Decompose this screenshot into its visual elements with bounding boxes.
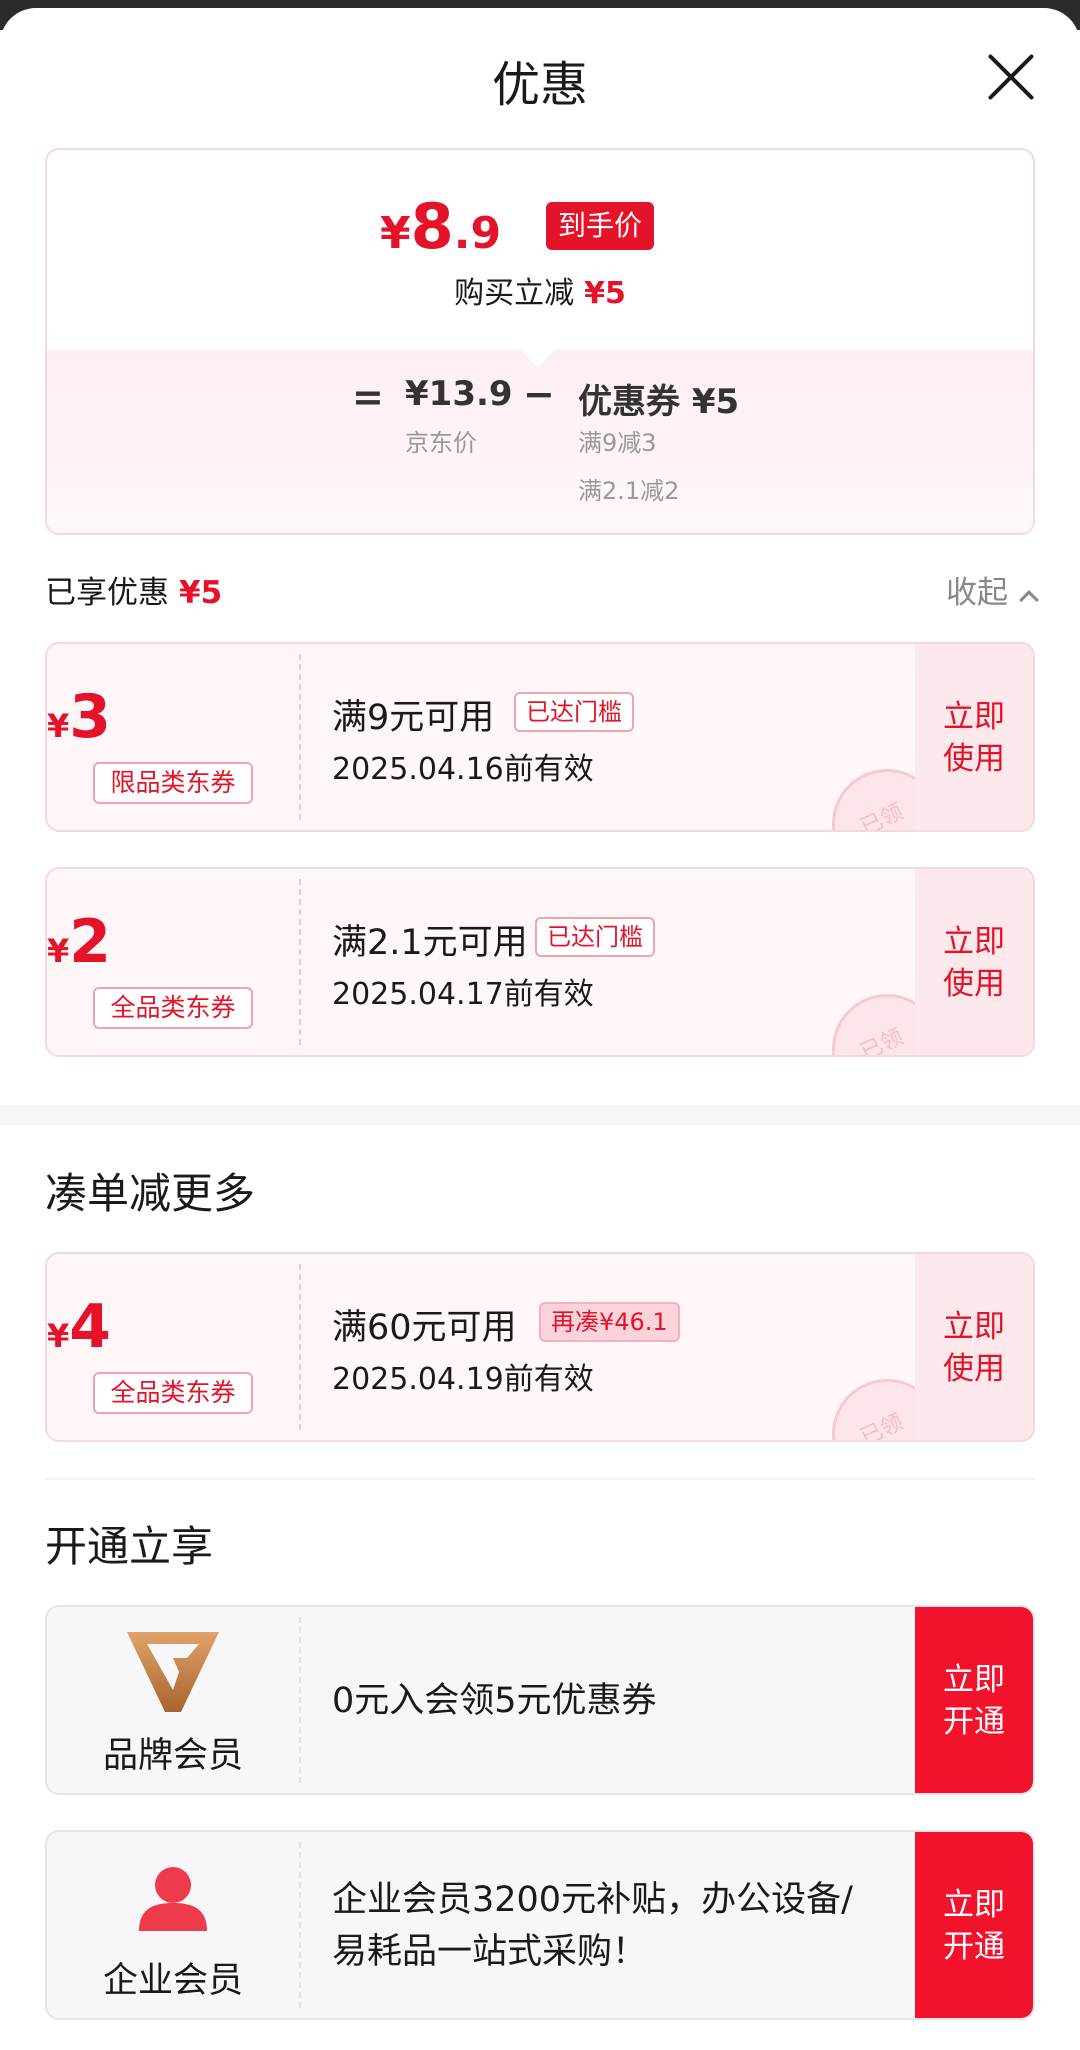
equals-sign: =: [352, 375, 384, 419]
coupon-badge: 已达门槛: [514, 692, 634, 732]
person-icon: [139, 1867, 207, 1931]
chevron-up-icon: [1019, 590, 1039, 610]
coupon-card: ¥2 全品类东券 满2.1元可用 已达门槛 2025.04.17前有效 已领 立…: [45, 867, 1035, 1057]
coupon-discount-sub1: 满9减3: [578, 429, 657, 457]
coupon-badge: 再凑¥46.1: [539, 1302, 680, 1342]
enterprise-member-text: 企业会员3200元补贴，办公设备/ 易耗品一站式采购！: [332, 1880, 853, 1972]
use-coupon-button[interactable]: 立即 使用: [915, 869, 1033, 1055]
coupon-amount: ¥3: [47, 682, 112, 752]
section-separator: [0, 1105, 1080, 1125]
close-icon[interactable]: [986, 52, 1036, 102]
coupon-condition: 满2.1元可用: [332, 923, 528, 963]
coupon-expiry: 2025.04.17前有效: [332, 977, 594, 1012]
use-coupon-button[interactable]: 立即 使用: [915, 644, 1033, 830]
use-coupon-button[interactable]: 立即 使用: [915, 1254, 1033, 1440]
coupon-type: 全品类东券: [93, 987, 253, 1029]
coupon-condition: 满9元可用: [332, 698, 495, 738]
sheet-title: 优惠: [491, 57, 588, 113]
collapse-button[interactable]: 收起: [946, 567, 1039, 612]
brand-member-card: 品牌会员 0元入会领5元优惠券 立即 开通: [45, 1605, 1035, 1795]
coupon-card: ¥3 限品类东券 满9元可用 已达门槛 2025.04.16前有效 已领 立即使…: [45, 642, 1035, 832]
final-price: ¥8.9: [380, 190, 502, 263]
coupon-type: 限品类东券: [93, 762, 253, 804]
coupon-card: ¥4 全品类东券 满60元可用 再凑¥46.1 2025.04.19前有效 已领…: [45, 1252, 1035, 1442]
coupon-badge: 已达门槛: [535, 917, 655, 957]
jd-price-label: 京东价: [405, 429, 477, 457]
open-brand-member-button[interactable]: 立即 开通: [915, 1607, 1033, 1793]
coupon-condition: 满60元可用: [332, 1308, 517, 1348]
jd-price: ¥13.9: [405, 374, 513, 414]
coupon-discount-sub2: 满2.1减2: [578, 477, 680, 505]
coupon-type: 全品类东券: [93, 1372, 253, 1414]
brand-member-text: 0元入会领5元优惠券: [332, 1681, 657, 1721]
divider: [45, 1478, 1035, 1480]
coupon-expiry: 2025.04.19前有效: [332, 1362, 594, 1397]
brand-member-label: 品牌会员: [102, 1736, 243, 1776]
enterprise-member-label: 企业会员: [102, 1961, 243, 2001]
final-price-tag: 到手价: [546, 202, 655, 250]
price-summary-box: [45, 148, 1035, 535]
enterprise-member-card: 企业会员 企业会员3200元补贴，办公设备/ 易耗品一站式采购！ 立即 开通: [45, 1830, 1035, 2020]
more-section-title: 凑单减更多: [45, 1169, 256, 1218]
enjoyed-discount: 已享优惠 ¥5: [45, 575, 223, 611]
coupon-amount: ¥2: [47, 907, 112, 977]
coupon-discount-label: 优惠券 ¥5: [578, 382, 740, 422]
open-enterprise-member-button[interactable]: 立即 开通: [915, 1832, 1033, 2018]
coupon-expiry: 2025.04.16前有效: [332, 752, 594, 787]
reduce-line: 购买立减 ¥5: [454, 276, 626, 311]
brand-v-logo-icon: [127, 1632, 219, 1712]
coupon-amount: ¥4: [47, 1292, 112, 1362]
minus-sign: −: [523, 372, 555, 416]
open-section-title: 开通立享: [45, 1522, 214, 1571]
